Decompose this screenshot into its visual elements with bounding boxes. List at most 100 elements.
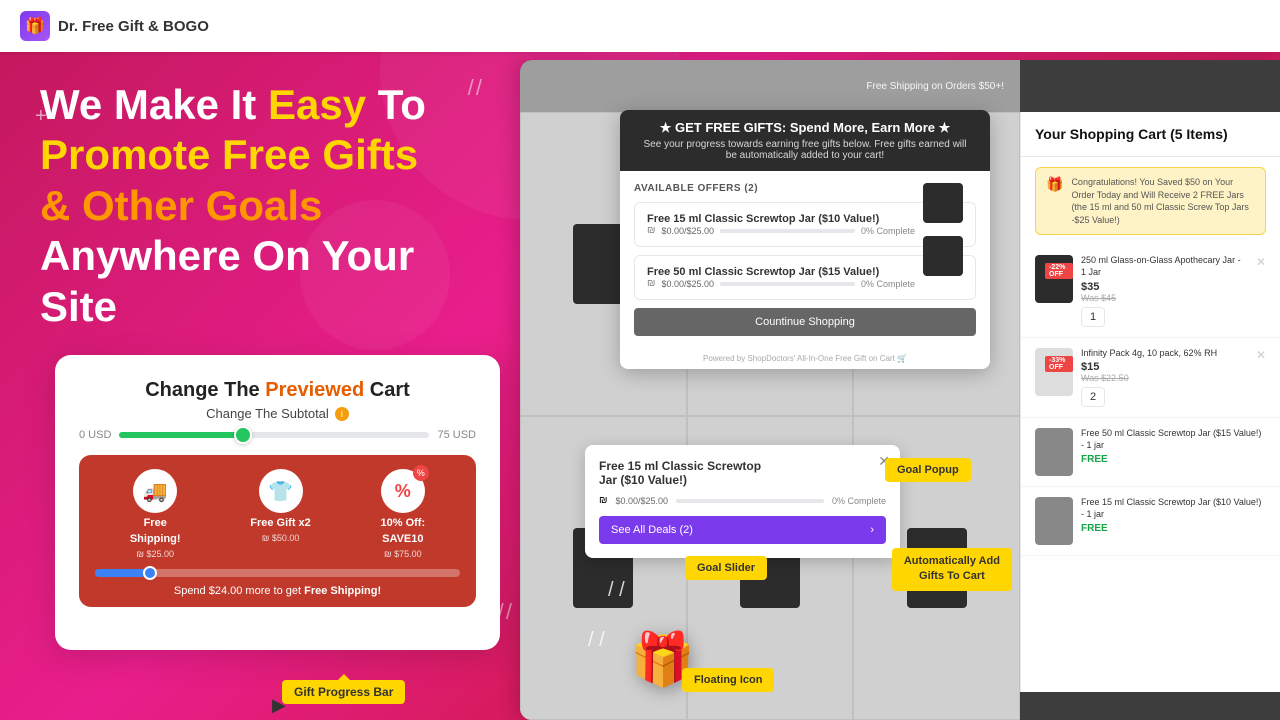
cart-item-4-free: FREE [1081, 523, 1266, 534]
cart-banner-icon: 🎁 [1046, 176, 1063, 193]
cart-item-1-remove[interactable]: ✕ [1256, 255, 1266, 269]
step-3-icon: % % [381, 469, 425, 513]
goal-popup-title: ★ GET FREE GIFTS: Spend More, Earn More … [634, 120, 976, 136]
offer-2-progress: ₪ $0.00/$25.00 0% Complete [647, 278, 915, 289]
step-3-save: SAVE10 [382, 533, 423, 545]
info-dot: i [335, 407, 349, 421]
step-2-amount: ₪ $50.00 [262, 533, 300, 543]
main-heading: We Make It Easy To Promote Free Gifts & … [40, 80, 520, 332]
cart-item-4-name: Free 15 ml Classic Screwtop Jar ($10 Val… [1081, 497, 1266, 520]
cart-item-3-info: Free 50 ml Classic Screwtop Jar ($15 Val… [1081, 428, 1266, 464]
heading-goals: & Other Goals [40, 182, 322, 229]
goal-slider-pct: 0% Complete [832, 496, 886, 506]
step-1-sublabel: Shipping! [130, 533, 181, 545]
cart-item-3-name: Free 50 ml Classic Screwtop Jar ($15 Val… [1081, 428, 1266, 451]
slider-fill [119, 432, 243, 438]
offer-1-bar [720, 229, 855, 233]
sparkle-2: / / [588, 629, 605, 652]
offer-2-img [923, 236, 963, 276]
offer-1-progress: ₪ $0.00/$25.00 0% Complete [647, 225, 915, 236]
goal-slider-bar [676, 499, 824, 503]
cart-item-2: -33% OFF Infinity Pack 4g, 10 pack, 62% … [1021, 338, 1280, 419]
slider-max: 75 USD [437, 429, 476, 441]
cart-panel-header: Your Shopping Cart (5 Items) [1021, 112, 1280, 157]
header: 🎁 Dr. Free Gift & BOGO [0, 0, 1280, 52]
logo-icon: 🎁 [20, 11, 50, 41]
step-2: 👕 Free Gift x2 ₪ $50.00 [250, 469, 311, 559]
cart-item-1-qty[interactable]: 1 [1081, 307, 1105, 327]
slider-row: 0 USD 75 USD [79, 429, 476, 441]
goal-slider-title: Free 15 ml Classic ScrewtopJar ($10 Valu… [599, 459, 886, 487]
cart-preview-title: Change The Previewed Cart [79, 379, 476, 402]
cart-item-2-was: Was $22.50 [1081, 373, 1248, 383]
offer-1-icon: ₪ [647, 225, 656, 236]
logo: 🎁 Dr. Free Gift & BOGO [20, 11, 209, 41]
chevron-right-icon: › [870, 524, 874, 536]
heading-line1-plain: We Make It [40, 81, 268, 128]
step-3-badge: % [413, 465, 429, 481]
offer-item-2: Free 50 ml Classic Screwtop Jar ($15 Val… [634, 255, 976, 300]
cart-item-4: Free 15 ml Classic Screwtop Jar ($10 Val… [1021, 487, 1280, 556]
cart-banner: 🎁 Congratulations! You Saved $50 on Your… [1035, 167, 1266, 235]
step-3-label: 10% Off: [381, 517, 426, 529]
gift-progress-callout: Gift Progress Bar [282, 680, 405, 704]
goal-slider: ✕ Free 15 ml Classic ScrewtopJar ($10 Va… [585, 445, 900, 558]
progress-bar-fill [95, 569, 150, 577]
goal-popup: ★ GET FREE GIFTS: Spend More, Earn More … [620, 110, 990, 369]
offer-2-pct: 0% Complete [861, 279, 915, 289]
step-3-amount: ₪ $75.00 [384, 549, 422, 559]
goal-popup-header: ★ GET FREE GIFTS: Spend More, Earn More … [620, 110, 990, 171]
slider-thumb [234, 426, 252, 444]
cart-item-1: -22% OFF 250 ml Glass-on-Glass Apothecar… [1021, 245, 1280, 337]
cart-item-1-price: $35 [1081, 281, 1248, 293]
cart-preview-card: Change The Previewed Cart Change The Sub… [55, 355, 500, 650]
goal-slider-icon: ₪ [599, 495, 608, 506]
cart-item-3-img [1035, 428, 1073, 476]
cart-item-2-remove[interactable]: ✕ [1256, 348, 1266, 362]
cart-item-1-name: 250 ml Glass-on-Glass Apothecary Jar - 1… [1081, 255, 1248, 278]
logo-text: Dr. Free Gift & BOGO [58, 18, 209, 35]
powered-by: Powered by ShopDoctors' All-In-One Free … [620, 348, 990, 369]
cart-item-3-free: FREE [1081, 454, 1266, 465]
progress-steps: 🚚 Free Shipping! ₪ $25.00 👕 Free Gift x2… [95, 469, 460, 559]
heading-anywhere: Anywhere On Your [40, 232, 414, 279]
progress-bar-dot [143, 566, 157, 580]
sparkle-1: / / [608, 579, 625, 602]
cart-item-2-name: Infinity Pack 4g, 10 pack, 62% RH [1081, 348, 1248, 360]
goal-slider-callout-label: Goal Slider [685, 556, 767, 580]
cart-item-2-img [1035, 348, 1073, 396]
cart-banner-text: Congratulations! You Saved $50 on Your O… [1071, 176, 1255, 226]
cart-item-2-price: $15 [1081, 361, 1248, 373]
cart-item-1-was: Was $45 [1081, 293, 1248, 303]
heading-line1-end: To [366, 81, 426, 128]
goal-popup-callout-label: Goal Popup [885, 458, 971, 482]
heading-promote: Promote Free Gifts [40, 131, 418, 178]
offer-row-1: Free 15 ml Classic Screwtop Jar ($10 Val… [647, 213, 963, 236]
progress-bar-track [95, 569, 460, 577]
offer-2-icon: ₪ [647, 278, 656, 289]
continue-shopping-btn[interactable]: Countinue Shopping [634, 308, 976, 336]
cart-item-2-qty[interactable]: 2 [1081, 387, 1105, 407]
cart-item-1-badge: -22% OFF [1045, 263, 1073, 279]
step-1-label: Free [144, 517, 167, 529]
offer-1-pct: 0% Complete [861, 226, 915, 236]
step-2-label: Free Gift x2 [250, 517, 311, 529]
offer-1-title: Free 15 ml Classic Screwtop Jar ($10 Val… [647, 213, 915, 225]
progress-message: Spend $24.00 more to get Free Shipping! [95, 585, 460, 597]
cart-item-3: Free 50 ml Classic Screwtop Jar ($15 Val… [1021, 418, 1280, 487]
goal-popup-subtitle: See your progress towards earning free g… [634, 139, 976, 161]
cart-item-2-info: Infinity Pack 4g, 10 pack, 62% RH $15 Wa… [1081, 348, 1248, 408]
cart-panel: Your Shopping Cart (5 Items) 🎁 Congratul… [1020, 112, 1280, 692]
progress-widget: 🚚 Free Shipping! ₪ $25.00 👕 Free Gift x2… [79, 455, 476, 607]
heading-site: Site [40, 283, 117, 330]
step-1-icon: 🚚 [133, 469, 177, 513]
offer-2-title: Free 50 ml Classic Screwtop Jar ($15 Val… [647, 266, 915, 278]
left-content: We Make It Easy To Promote Free Gifts & … [40, 80, 520, 340]
step-2-icon: 👕 [259, 469, 303, 513]
cart-item-4-img [1035, 497, 1073, 545]
heading-easy: Easy [268, 81, 366, 128]
slider-track[interactable] [119, 432, 429, 438]
goal-slider-progress: ₪ $0.00/$25.00 0% Complete [599, 495, 886, 506]
see-all-deals-btn[interactable]: See All Deals (2) › [599, 516, 886, 544]
auto-add-callout-label: Automatically AddGifts To Cart [892, 548, 1012, 591]
